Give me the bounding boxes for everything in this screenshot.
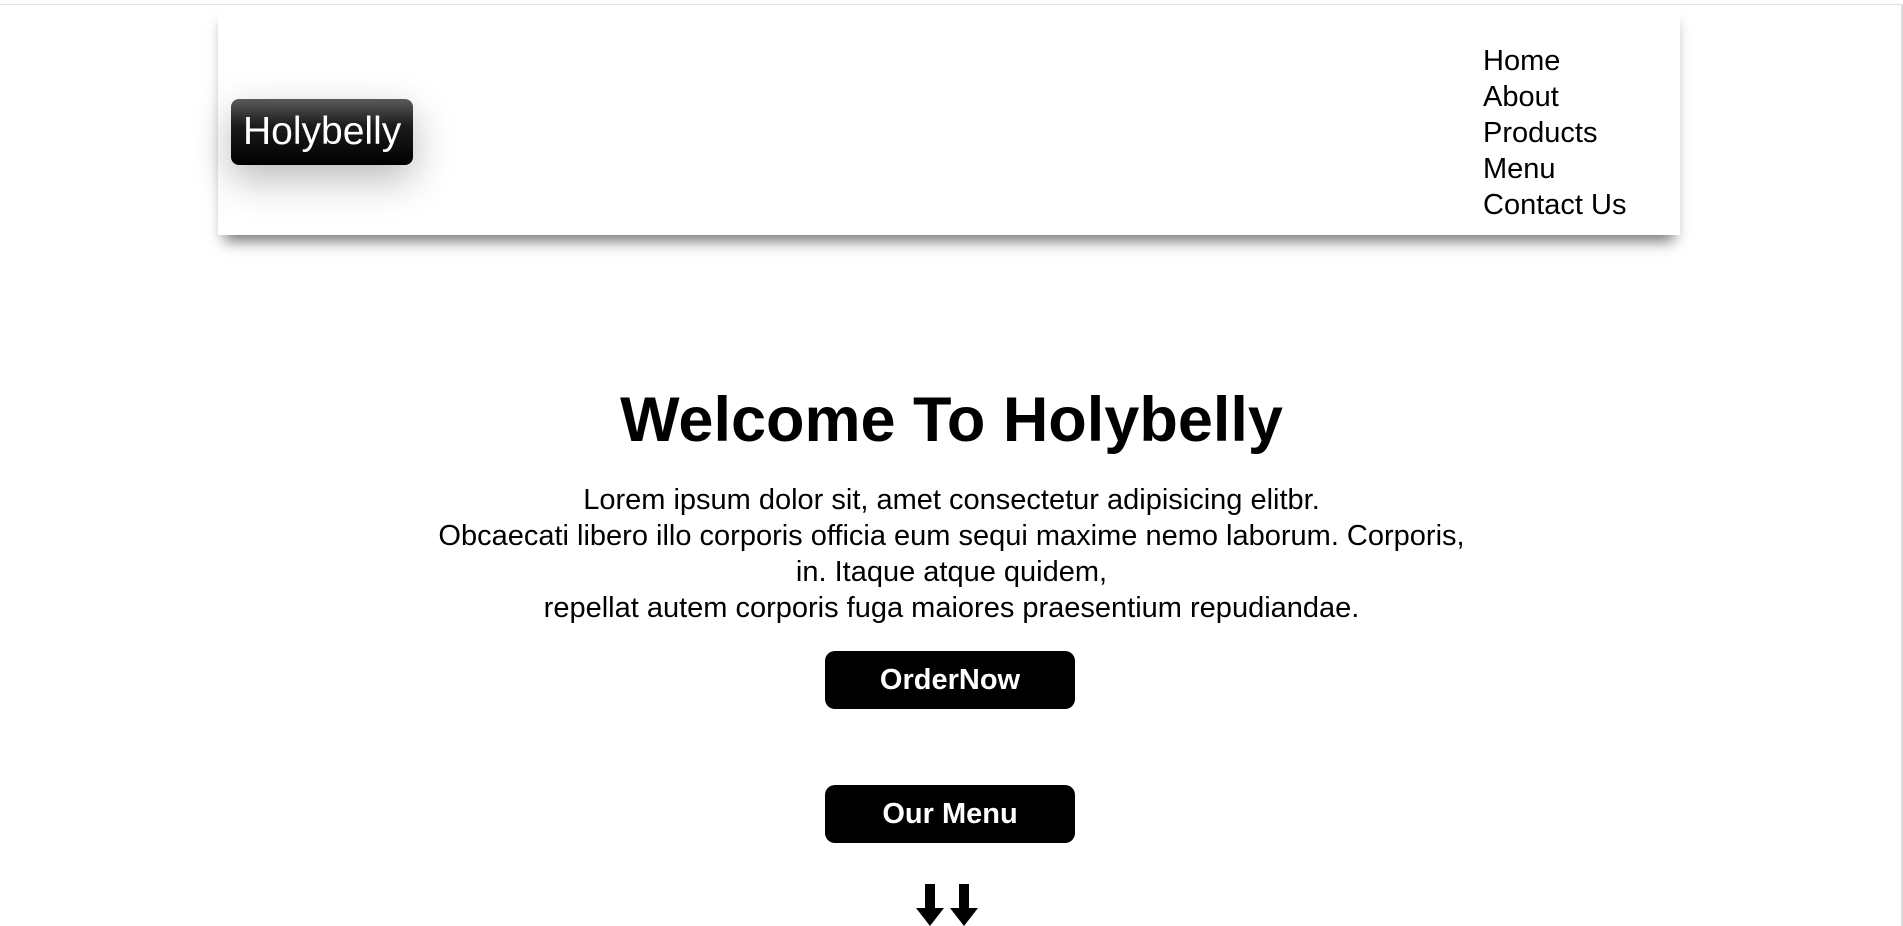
hero-line-3: in. Itaque atque quidem, — [795, 556, 1108, 588]
nav-item-contact-us[interactable]: Contact Us — [1483, 187, 1626, 223]
hero-title: Welcome To Holybelly — [620, 385, 1283, 455]
hero-line-2: Obcaecati libero illo corporis officia e… — [438, 520, 1465, 552]
main-nav: Home About Products Menu Contact Us — [1483, 43, 1626, 223]
order-now-button[interactable]: OrderNow — [825, 651, 1075, 709]
hero-line-1: Lorem ipsum dolor sit, amet consectetur … — [583, 484, 1320, 516]
our-menu-button[interactable]: Our Menu — [825, 785, 1075, 843]
nav-item-about[interactable]: About — [1483, 79, 1626, 115]
hero-description: Lorem ipsum dolor sit, amet consectetur … — [0, 482, 1903, 626]
hero-line-4: repellat autem corporis fuga maiores pra… — [543, 592, 1360, 624]
nav-item-menu[interactable]: Menu — [1483, 151, 1626, 187]
logo[interactable]: Holybelly — [231, 99, 414, 165]
nav-item-home[interactable]: Home — [1483, 43, 1626, 79]
nav-item-products[interactable]: Products — [1483, 115, 1626, 151]
double-down-arrow-icon[interactable] — [913, 880, 985, 926]
hero-section: Welcome To Holybelly Lorem ipsum dolor s… — [0, 380, 1903, 626]
site-header: Holybelly Home About Products Menu Conta… — [218, 5, 1680, 235]
